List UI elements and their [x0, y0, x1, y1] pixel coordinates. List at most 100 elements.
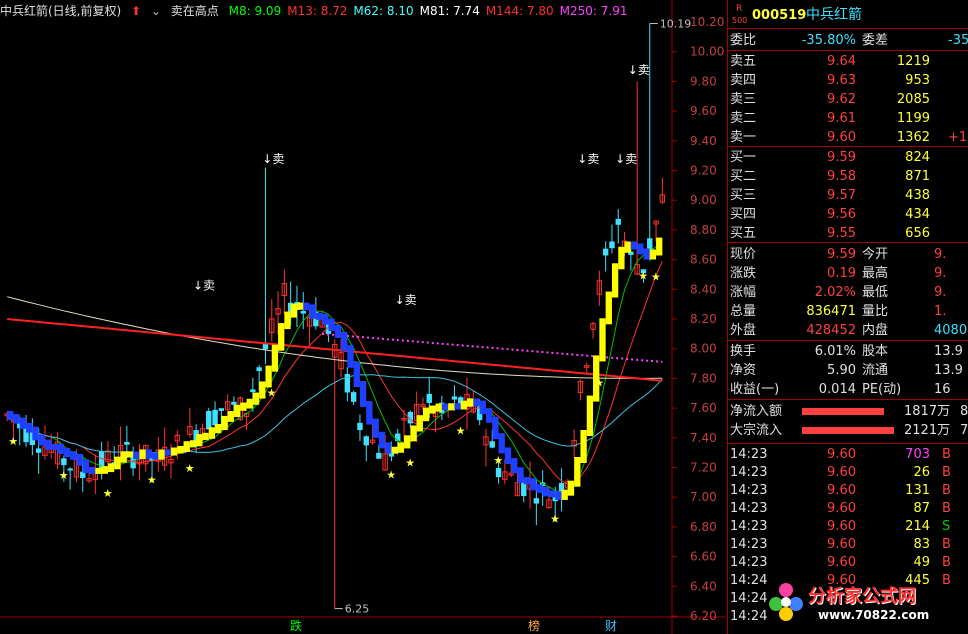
trend-step	[196, 434, 203, 447]
trend-step	[435, 403, 442, 412]
stat-label: 内盘	[862, 323, 889, 338]
trend-step	[492, 416, 499, 440]
stat-label: PE(动)	[862, 382, 902, 397]
ma-legend-item: M144: 7.80	[485, 4, 554, 18]
candle-body	[212, 409, 218, 426]
ma-legend: M8: 9.09 M13: 8.72 M62: 8.10 M81: 7.74 M144:…	[229, 4, 634, 18]
tick-time: 14:23	[730, 519, 768, 534]
trend-step	[145, 449, 153, 459]
stat-value: 428452	[806, 323, 856, 338]
candle-body	[250, 389, 256, 393]
money-flow-row: 净流入额 1817万 8	[728, 402, 968, 421]
stat-label: 涨幅	[730, 285, 757, 300]
flow-label: 大宗流入	[730, 423, 783, 438]
trend-step	[542, 486, 549, 497]
trend-step	[555, 491, 562, 500]
trend-step	[32, 426, 39, 441]
tick-side: B	[942, 501, 951, 516]
tick-price: 9.60	[827, 465, 856, 480]
trend-step	[221, 415, 228, 431]
trend-step	[183, 441, 190, 452]
bid-price: 9.57	[827, 188, 856, 203]
stat-label: 涨跌	[730, 266, 757, 281]
ask-label: 卖一	[730, 130, 757, 145]
trend-step	[454, 403, 461, 410]
trend-step	[574, 456, 581, 487]
trend-step	[580, 429, 587, 463]
candle-body	[206, 410, 212, 430]
trend-step	[271, 344, 279, 372]
y-tick-label: 8.20	[690, 312, 717, 326]
bid-row: 买四 9.56 434	[728, 205, 968, 224]
kline-svg[interactable]: 10.20 10.00 9.80 9.60 9.40 9.20 9.00 8.80 8.60 8.…	[0, 0, 726, 634]
divider	[728, 443, 968, 444]
tick-row: 14:23 9.60 214 S	[728, 517, 968, 536]
y-tick-label: 9.00	[690, 193, 717, 207]
tick-time: 14:24	[730, 591, 768, 606]
y-tick-label: 6.60	[690, 550, 717, 564]
quote-stat-row: 外盘 428452 内盘 4080	[728, 321, 968, 340]
stat-value: 1.	[934, 304, 947, 319]
stat-label: 收益(一)	[730, 382, 780, 397]
trend-step	[89, 466, 96, 474]
tick-time: 14:24	[730, 573, 768, 588]
trend-step	[177, 445, 184, 454]
candle-body	[357, 422, 363, 431]
trend-step	[107, 463, 115, 473]
trend-step	[202, 432, 209, 441]
flow-value: 1817万	[904, 404, 951, 419]
tick-time: 14:23	[730, 483, 768, 498]
stat-value: 6.01%	[814, 344, 856, 359]
quote-stat-row: 现价 9.59 今开 9.	[728, 245, 968, 264]
trend-step	[19, 417, 27, 429]
stat-label: 外盘	[730, 323, 757, 338]
bid-label: 买一	[730, 150, 757, 165]
ma-legend-item: M250: 7.91	[559, 4, 628, 18]
stat-value: 0.014	[818, 382, 856, 397]
trend-step	[618, 246, 625, 270]
bid-row: 买五 9.55 656	[728, 224, 968, 243]
tick-time: 14:24	[730, 609, 768, 624]
y-tick-label: 9.60	[690, 104, 717, 118]
ask-change: +13	[948, 130, 968, 145]
trend-step	[643, 248, 650, 260]
stat-label: 股本	[862, 344, 889, 359]
tick-row: 14:23 9.60 26 B	[728, 463, 968, 482]
stat-value: 13.9	[934, 363, 963, 378]
trend-step	[265, 365, 272, 388]
tick-time: 14:23	[730, 447, 768, 462]
trend-step	[170, 447, 178, 456]
tick-price: 9.60	[827, 537, 856, 552]
ask-price: 9.60	[827, 130, 856, 145]
bid-volume: 434	[905, 207, 930, 222]
candle-body	[489, 441, 495, 448]
trend-step	[189, 440, 197, 448]
ma-legend-item: M81: 7.74	[419, 4, 480, 18]
sell-signal-label: ↓卖	[395, 293, 417, 307]
bid-volume: 438	[905, 188, 930, 203]
star-icon: ★	[267, 387, 277, 400]
tick-price: 9.60	[827, 519, 856, 534]
kline-chart[interactable]: 10.20 10.00 9.80 9.60 9.40 9.20 9.00 8.80 8.60 8.…	[0, 0, 726, 634]
arrow-down-icon: ⬆	[131, 4, 142, 18]
tick-row: 14:23 9.60 131 B	[728, 481, 968, 500]
candle-body	[609, 241, 615, 249]
signal-label: 卖在高点	[170, 4, 219, 18]
star-icon: ★	[8, 435, 18, 448]
chevron-down-icon[interactable]: ⌄	[151, 4, 161, 18]
trend-step	[13, 414, 20, 424]
tick-price: 9.60	[827, 555, 856, 570]
tick-row: 14:23 9.60 83 B	[728, 535, 968, 554]
y-tick-label: 10.20	[690, 15, 724, 29]
bid-label: 买三	[730, 188, 757, 203]
trend-step	[44, 439, 52, 450]
tick-side: B	[942, 465, 951, 480]
tick-side: B	[942, 447, 951, 462]
divider	[728, 146, 968, 147]
trend-step	[76, 453, 83, 466]
quote-panel: R 500 000519 中兵红箭 委比 -35.80% 委差 -35 卖五 9.64 1219 卖四…	[727, 0, 968, 634]
tick-row: 14:23 9.60 703 B	[728, 445, 968, 464]
ma-legend-item: M8: 9.09	[228, 4, 282, 18]
trend-step	[656, 237, 663, 256]
star-icon: ★	[59, 469, 69, 482]
